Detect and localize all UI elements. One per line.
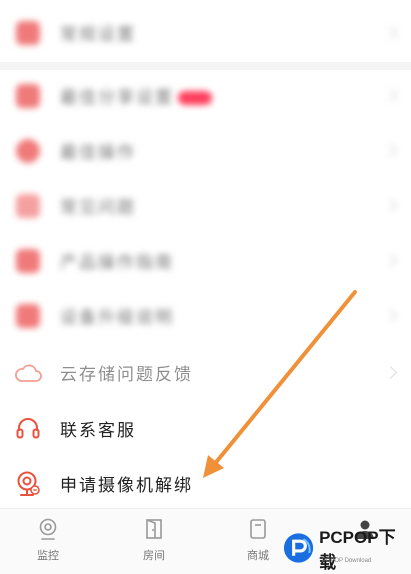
- faq-icon: [14, 192, 42, 220]
- menu-item-cloud-feedback[interactable]: 云存储问题反馈: [0, 345, 411, 400]
- door-icon: [140, 515, 168, 543]
- chevron-right-icon: [384, 309, 397, 322]
- menu-item-label: 申请摄像机解绑: [60, 476, 193, 496]
- menu-item-operations[interactable]: 最佳操作: [0, 123, 411, 178]
- upgrade-icon: [14, 302, 42, 330]
- menu-item-share-settings[interactable]: 最佳分享设置: [0, 68, 411, 123]
- guide-icon: [14, 247, 42, 275]
- pcpop-logo-icon: [283, 533, 314, 563]
- menu-item-label: 常见问题: [60, 198, 136, 218]
- menu-item-product-guide[interactable]: 产品操作指南: [0, 233, 411, 288]
- chevron-right-icon: [384, 254, 397, 267]
- menu-item-upgrade-info[interactable]: 设备升级说明: [0, 288, 411, 343]
- tab-label: 商城: [247, 549, 269, 562]
- menu-item-label: 云存储问题反馈: [60, 365, 193, 385]
- chevron-right-icon: [384, 144, 397, 157]
- webcam-icon: [34, 515, 62, 543]
- menu-item-faq[interactable]: 常见问题: [0, 178, 411, 233]
- chevron-right-icon: [384, 89, 397, 102]
- menu-item-label: 最佳分享设置: [60, 83, 212, 108]
- shop-icon: [244, 515, 272, 543]
- chevron-right-icon: [384, 26, 397, 39]
- menu-item-contact-support[interactable]: 联系客服: [0, 401, 411, 456]
- menu-item-label: 联系客服: [60, 421, 136, 441]
- menu-item-general-settings[interactable]: 常规设置: [0, 5, 411, 60]
- settings-icon: [14, 19, 42, 47]
- menu-item-label: 设备升级说明: [60, 308, 174, 328]
- menu-item-label: 常规设置: [60, 25, 136, 45]
- tab-room[interactable]: 房间: [119, 515, 189, 573]
- new-badge: [178, 91, 212, 105]
- operation-icon: [14, 137, 42, 165]
- watermark-subtext: PCPOP Download: [322, 558, 372, 564]
- chevron-right-icon: [384, 199, 397, 212]
- tab-monitor[interactable]: 监控: [13, 515, 83, 573]
- menu-item-label: 最佳操作: [60, 143, 136, 163]
- tab-label: 房间: [143, 549, 165, 562]
- menu-item-camera-unbind[interactable]: 申请摄像机解绑: [0, 456, 411, 511]
- cloud-icon: [14, 359, 42, 387]
- camera-icon: [14, 470, 42, 498]
- watermark: PCPOP下载 PCPOP Download: [282, 526, 410, 572]
- share-icon: [14, 82, 42, 110]
- chevron-right-icon: [384, 366, 397, 379]
- watermark-text: PCPOP下载: [319, 528, 396, 572]
- menu-item-label: 产品操作指南: [60, 253, 174, 273]
- tab-label: 监控: [37, 549, 59, 562]
- headset-icon: [14, 415, 42, 443]
